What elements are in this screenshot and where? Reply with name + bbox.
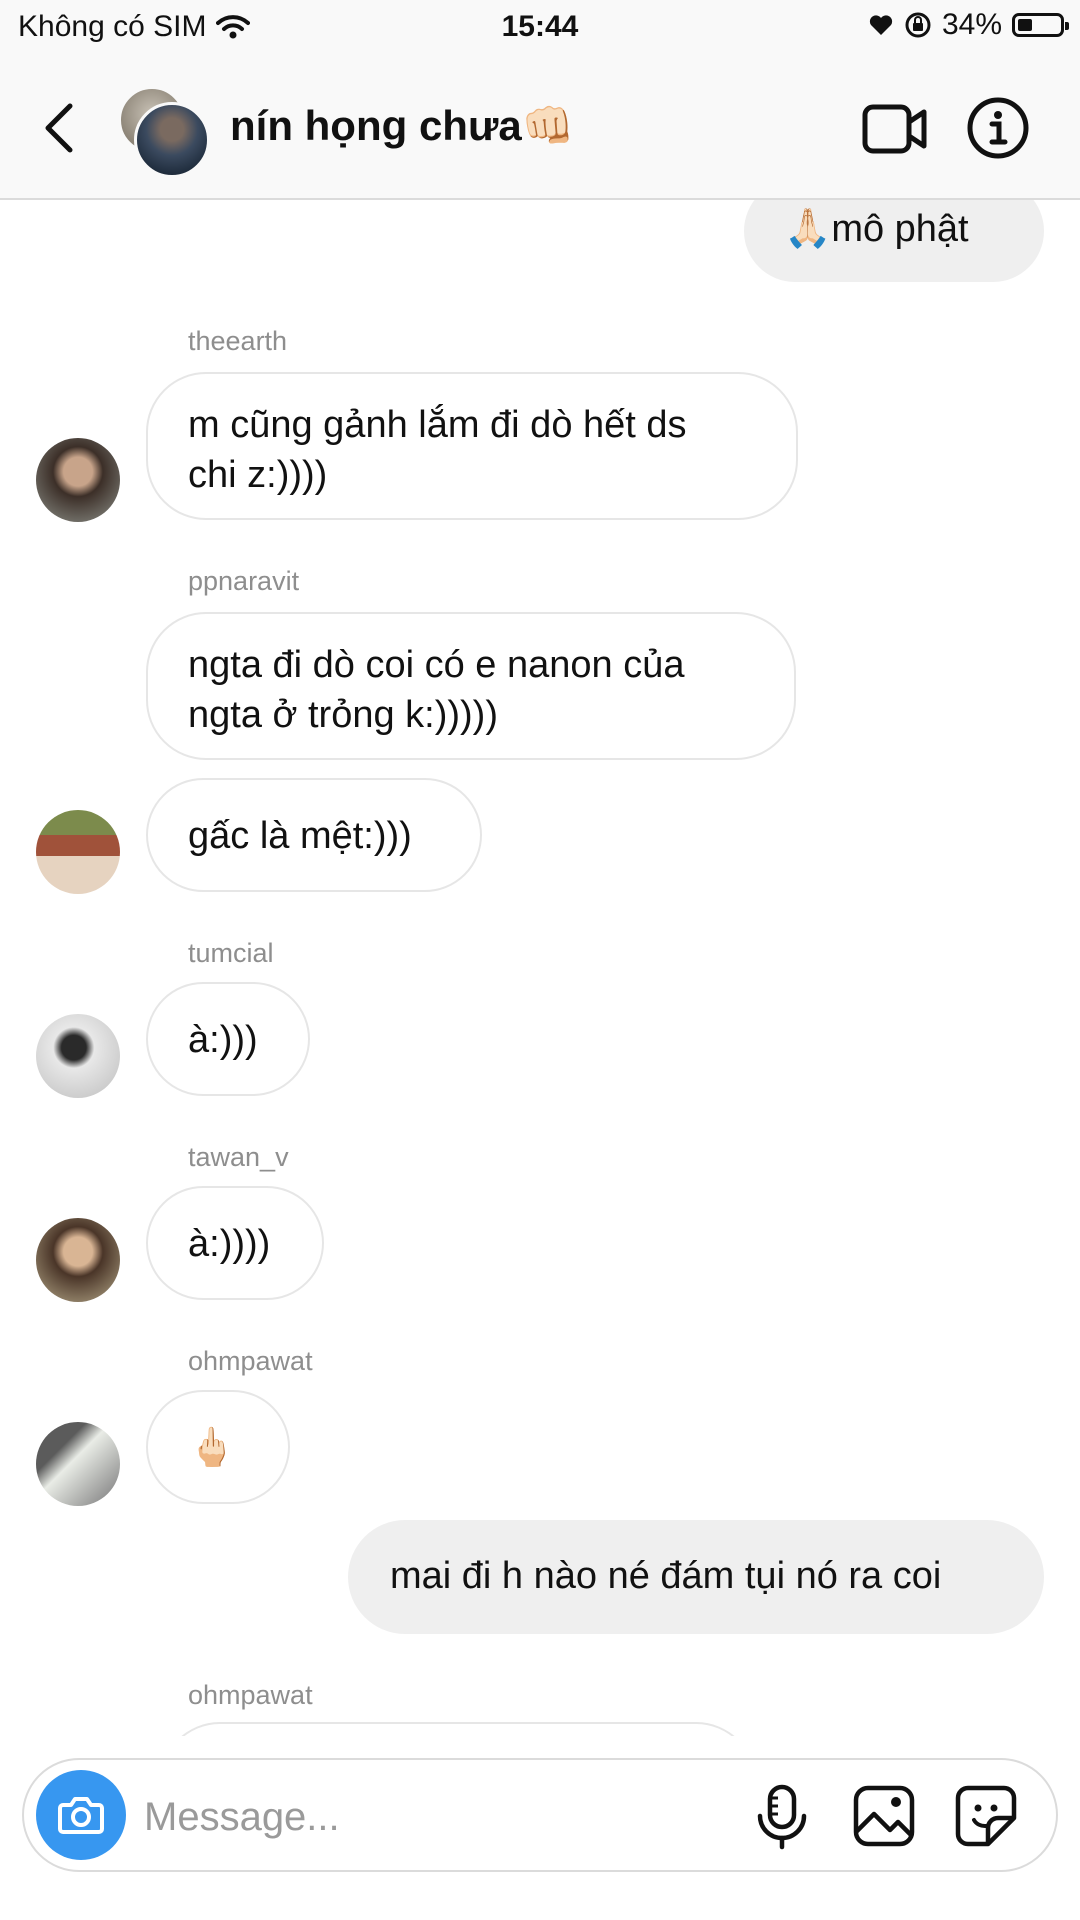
message-text: 🖕🏻 bbox=[188, 1427, 236, 1469]
chat-title[interactable]: nín họng chưa👊🏻 bbox=[230, 102, 574, 151]
avatar[interactable] bbox=[36, 1218, 120, 1302]
message-text-line: m cũng gảnh lắm đi dò hết ds bbox=[188, 404, 687, 446]
message-text: à:))) bbox=[188, 1019, 258, 1061]
message-input[interactable] bbox=[142, 1790, 596, 1844]
incoming-message[interactable]: à:)))) bbox=[146, 1186, 324, 1300]
incoming-message[interactable]: ngta đi dò coi có e nanon của ngta ở trỏ… bbox=[146, 612, 796, 760]
microphone-button[interactable] bbox=[752, 1784, 812, 1850]
message-text: à:)))) bbox=[188, 1223, 271, 1265]
sender-name: theearth bbox=[188, 326, 288, 356]
camera-icon bbox=[58, 1797, 104, 1834]
gallery-button[interactable] bbox=[852, 1784, 916, 1848]
status-right: 34% bbox=[868, 8, 1069, 42]
avatar[interactable] bbox=[36, 810, 120, 894]
message-text: gấc là mệt:))) bbox=[188, 815, 412, 857]
sender-name: ohmpawat bbox=[188, 1346, 313, 1376]
battery-icon bbox=[1012, 13, 1069, 37]
avatar[interactable] bbox=[36, 1422, 120, 1506]
outgoing-message[interactable]: 🙏🏻mô phật bbox=[744, 200, 1044, 282]
info-icon bbox=[967, 97, 1029, 159]
chat-header: nín họng chưa👊🏻 bbox=[0, 56, 1080, 200]
avatar[interactable] bbox=[36, 1014, 120, 1098]
video-call-button[interactable] bbox=[862, 102, 928, 156]
battery-percent: 34% bbox=[941, 8, 1002, 41]
outgoing-message[interactable]: mai đi h nào né đám tụi nó ra coi bbox=[348, 1520, 1044, 1634]
incoming-message[interactable]: gấc là mệt:))) bbox=[146, 778, 482, 892]
avatar[interactable] bbox=[36, 438, 120, 522]
group-avatar[interactable] bbox=[118, 86, 210, 178]
microphone-icon bbox=[757, 1784, 807, 1850]
sender-name: tawan_v bbox=[188, 1142, 289, 1172]
message-text-line: ngta ở trỏng k:))))) bbox=[188, 694, 498, 736]
video-call-icon bbox=[862, 104, 927, 154]
sticker-icon bbox=[955, 1785, 1017, 1847]
status-bar: Không có SIM 15:44 34% bbox=[0, 0, 1080, 56]
back-button[interactable] bbox=[40, 100, 80, 156]
info-button[interactable] bbox=[966, 96, 1030, 160]
gallery-icon bbox=[853, 1785, 915, 1847]
message-text-line: ngta đi dò coi có e nanon của bbox=[188, 644, 685, 686]
message-thread[interactable]: 🙏🏻mô phật theearth m cũng gảnh lắm đi dò… bbox=[0, 200, 1080, 1736]
incoming-message-partial[interactable] bbox=[160, 1722, 756, 1736]
message-composer bbox=[22, 1758, 1058, 1872]
message-text-line: chi z:)))) bbox=[188, 454, 328, 496]
heart-icon bbox=[868, 13, 894, 37]
incoming-message[interactable]: m cũng gảnh lắm đi dò hết ds chi z:)))) bbox=[146, 372, 798, 520]
sender-name: ohmpawat bbox=[188, 1680, 313, 1710]
orientation-lock-icon bbox=[904, 11, 932, 39]
incoming-message[interactable]: à:))) bbox=[146, 982, 310, 1096]
sticker-button[interactable] bbox=[954, 1784, 1018, 1848]
group-avatar-front bbox=[134, 102, 210, 178]
back-chevron-icon bbox=[45, 103, 73, 153]
incoming-message[interactable]: 🖕🏻 bbox=[146, 1390, 290, 1504]
message-text: mai đi h nào né đám tụi nó ra coi bbox=[390, 1555, 942, 1597]
sender-name: ppnaravit bbox=[188, 566, 300, 596]
message-text: 🙏🏻mô phật bbox=[784, 208, 969, 250]
sender-name: tumcial bbox=[188, 938, 274, 968]
camera-button[interactable] bbox=[36, 1770, 126, 1860]
